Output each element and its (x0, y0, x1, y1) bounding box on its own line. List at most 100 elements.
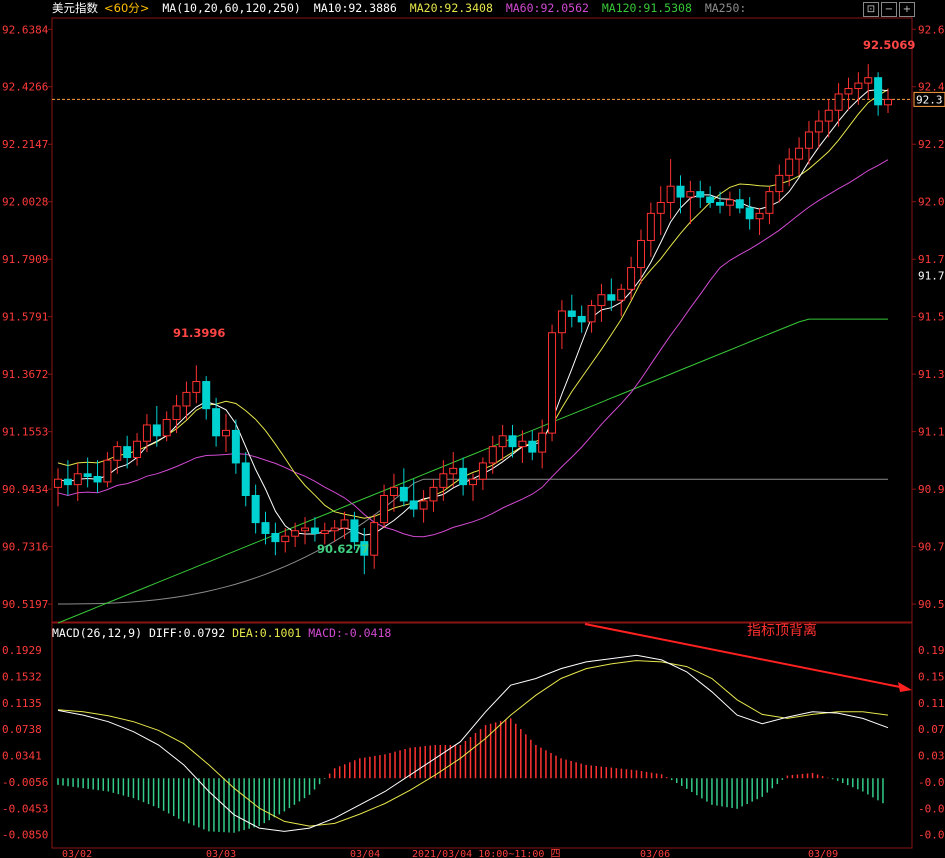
x-axis-label: 03/04 (350, 849, 380, 858)
ma10-value: MA10:92.3886 (313, 1, 397, 15)
candle-body (755, 212, 764, 220)
candle-body (577, 315, 586, 323)
candle-body (814, 120, 823, 133)
candle-body (538, 432, 547, 453)
candle-body (221, 429, 230, 437)
diff-value: DIFF:0.0792 (148, 626, 226, 640)
macd-params: MACD(26,12,9) (52, 626, 143, 640)
candle-body (508, 435, 517, 448)
price-axis-label-right: 92.21 (918, 138, 945, 151)
candle-body (617, 288, 626, 301)
candle-body (73, 473, 82, 486)
candle-body (291, 530, 300, 537)
price-axis-label-right: 91.15 (918, 426, 945, 439)
candle-body (676, 185, 685, 198)
expand-icon[interactable]: ⊡ (863, 2, 879, 17)
macd-axis-label-right: 0.073 (918, 723, 945, 736)
dea-line (57, 660, 889, 827)
dea-value: DEA:0.1001 (232, 626, 302, 640)
candle-body (63, 478, 72, 486)
candle-body (389, 486, 398, 496)
candle-body (123, 446, 132, 459)
candle-body (656, 201, 665, 214)
candle-body (54, 478, 62, 488)
candle-body (113, 446, 122, 461)
period-selector[interactable]: <60分> (104, 1, 149, 15)
candle-body (824, 109, 833, 122)
ma120-line (57, 318, 888, 624)
candle-body (469, 478, 477, 486)
macd-header: MACD(26,12,9) DIFF:0.0792 DEA:0.1001 MAC… (52, 625, 391, 642)
instrument-title: 美元指数 (52, 1, 98, 15)
price-axis-label-left: 92.6384 (2, 23, 49, 36)
price-axis-label-right: 90.51 (918, 598, 945, 611)
macd-axis-label-right: 0.153 (918, 670, 945, 683)
macd-axis-label-right: 0.034 (918, 750, 945, 763)
left-peak-label: 91.3996 (173, 326, 226, 340)
candle-body (607, 294, 616, 301)
candle-body (212, 408, 221, 437)
candle-body (804, 131, 813, 149)
divergence-note: 指标顶背离 (747, 623, 817, 639)
candle-body (399, 486, 408, 502)
candle-body (380, 494, 389, 524)
candle-body (795, 147, 804, 160)
candle-body (439, 473, 448, 488)
x-axis-label: 03/09 (808, 849, 838, 858)
candle-body (765, 191, 774, 214)
candle-body (864, 77, 873, 84)
macd-panel-frame (51, 621, 913, 849)
candle-body (271, 532, 280, 543)
x-axis-label: 03/03 (206, 849, 236, 858)
price-axis-label-right: 90.73 (918, 541, 945, 554)
candle-body (735, 199, 744, 209)
candle-body (172, 405, 181, 421)
macd-axis-label-left: -0.0453 (2, 802, 48, 815)
candle-body (884, 98, 892, 106)
macd-axis-label-left: 0.0341 (2, 750, 42, 763)
chart-header: 美元指数 <60分> MA(10,20,60,120,250) MA10:92.3… (52, 0, 752, 17)
macd-axis-label-right: 0.192 (918, 644, 945, 657)
candle-body (449, 467, 458, 475)
price-axis-label-left: 91.1553 (2, 426, 48, 439)
price-chart[interactable]: 92.6384 92.63 92.4266 92.42 92.2147 92.21 92.0… (0, 0, 945, 858)
window-controls: ⊡ − + (863, 2, 915, 17)
price-axis-label-left: 90.9434 (2, 483, 49, 496)
x-axis-label: 03/02 (62, 849, 92, 858)
candle-body (844, 88, 853, 95)
macd-axis-label-left: 0.1929 (2, 644, 42, 657)
candle-body (725, 199, 734, 206)
macd-axis-label-right: 0.113 (918, 697, 945, 710)
high-label: 92.5069 (863, 38, 916, 52)
candle-body (192, 381, 201, 393)
candle-body (557, 310, 566, 334)
candle-body (241, 462, 250, 496)
plus-icon[interactable]: + (899, 2, 915, 17)
right-extra-label: 91.7 (918, 270, 945, 283)
macd-value: MACD:-0.0418 (308, 626, 392, 640)
candle-body (488, 446, 497, 464)
ma250-value: MA250: (704, 1, 747, 15)
x-axis-label: 03/06 (640, 849, 670, 858)
price-axis-label-right: 92.00 (918, 196, 945, 209)
candle-body (834, 93, 843, 111)
minus-icon[interactable]: − (881, 2, 897, 17)
candle-body (666, 185, 675, 203)
candle-body (281, 535, 290, 543)
candle-body (103, 459, 112, 483)
candle-body (152, 424, 161, 437)
candle-body (142, 424, 151, 442)
candle-body (429, 486, 438, 502)
price-axis-label-right: 91.57 (918, 311, 945, 324)
price-axis-label-right: 90.94 (918, 483, 945, 496)
price-axis-label-right: 91.36 (918, 368, 945, 381)
price-axis-label-left: 92.2147 (2, 138, 48, 151)
price-axis-label-left: 91.5791 (2, 311, 48, 324)
candle-body (636, 239, 645, 269)
ma120-value: MA120:91.5308 (601, 1, 692, 15)
candle-body (498, 435, 507, 448)
candle-body (370, 522, 379, 556)
candle-body (231, 429, 240, 464)
candle-body (627, 267, 636, 290)
price-axis-label-left: 90.5197 (2, 598, 48, 611)
